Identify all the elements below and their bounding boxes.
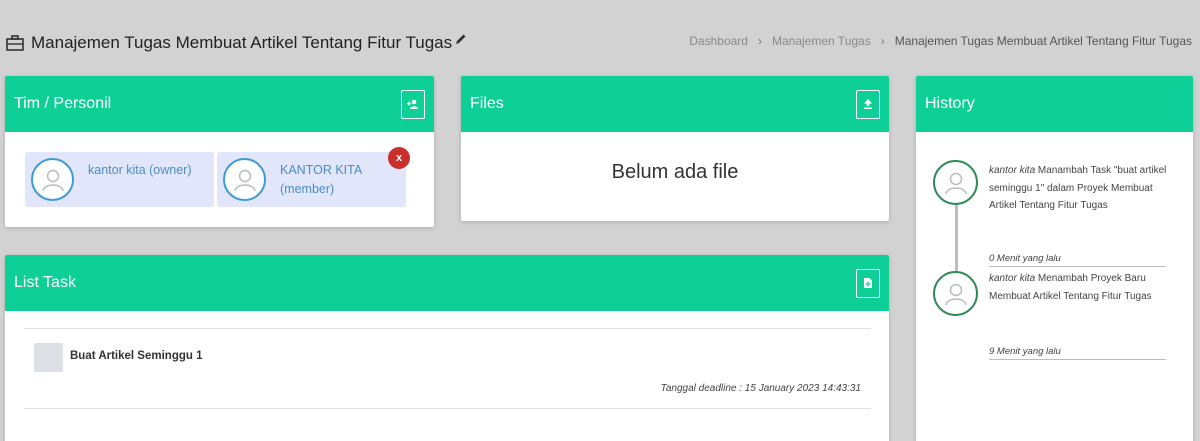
history-card-header: History	[916, 76, 1193, 132]
upload-file-button[interactable]	[856, 89, 880, 119]
page-title: Manajemen Tugas Membuat Artikel Tentang …	[31, 33, 453, 52]
task-checkbox[interactable]	[34, 343, 63, 372]
breadcrumb: Dashboard › Manajemen Tugas › Manajemen …	[689, 34, 1192, 48]
history-text: kantor kita Manambah Task "buat artikel …	[989, 162, 1167, 215]
chevron-right-icon: ›	[757, 34, 762, 48]
team-card-title: Tim / Personil	[14, 95, 112, 112]
member-card[interactable]: kantor kita (owner)	[25, 152, 214, 207]
user-icon	[944, 283, 967, 305]
empty-files-message: Belum ada file	[611, 161, 739, 183]
task-list-card-header: List Task	[5, 255, 889, 311]
files-card-header: Files	[461, 76, 889, 132]
team-card-header: Tim / Personil	[5, 76, 434, 132]
task-list: Buat Artikel Seminggu 1 Tanggal deadline…	[24, 328, 871, 409]
remove-member-button[interactable]: x	[388, 147, 410, 169]
avatar	[933, 160, 978, 205]
page-header: Manajemen Tugas Membuat Artikel Tentang …	[6, 30, 467, 56]
user-icon	[233, 169, 256, 191]
task-name[interactable]: Buat Artikel Seminggu 1	[70, 350, 203, 362]
files-card: Files Belum ada file	[461, 76, 889, 221]
chevron-right-icon: ›	[880, 34, 885, 48]
files-card-title: Files	[470, 95, 504, 112]
avatar	[31, 158, 74, 201]
pencil-icon[interactable]	[455, 33, 467, 45]
history-card: History kantor kita Manambah Task "buat …	[916, 76, 1193, 441]
member-card[interactable]: KANTOR KITA (member) x	[217, 147, 410, 207]
member-name: KANTOR KITA (member)	[280, 163, 362, 196]
history-card-title: History	[925, 95, 975, 112]
avatar	[933, 271, 978, 316]
add-file-icon	[864, 278, 872, 288]
upload-icon	[864, 99, 872, 109]
briefcase-icon	[6, 35, 24, 51]
task-list-card-title: List Task	[14, 274, 76, 291]
history-text: kantor kita Menambah Proyek Baru Membuat…	[989, 270, 1167, 305]
history-user: kantor kita	[989, 165, 1036, 176]
avatar	[223, 158, 266, 201]
history-time: 9 Menit yang lalu	[989, 346, 1166, 360]
task-deadline: Tanggal deadline : 15 January 2023 14:43…	[660, 383, 861, 394]
add-user-icon	[407, 99, 418, 109]
breadcrumb-current: Manajemen Tugas Membuat Artikel Tentang …	[894, 34, 1192, 48]
add-task-button[interactable]	[856, 268, 880, 298]
breadcrumb-manajemen-tugas[interactable]: Manajemen Tugas	[772, 34, 871, 48]
add-member-button[interactable]	[401, 89, 425, 119]
user-icon	[41, 169, 64, 191]
user-icon	[944, 172, 967, 194]
task-row[interactable]: Buat Artikel Seminggu 1 Tanggal deadline…	[24, 329, 871, 409]
task-list-card: List Task Buat Artikel Seminggu 1 Tangga…	[5, 255, 889, 441]
breadcrumb-dashboard[interactable]: Dashboard	[689, 34, 748, 48]
member-list: kantor kita (owner) KANTOR KITA (member)…	[25, 147, 410, 207]
history-time: 0 Menit yang lalu	[989, 253, 1166, 267]
member-name: kantor kita (owner)	[88, 163, 192, 177]
team-card: Tim / Personil kantor kita (owner) KANTO…	[5, 76, 434, 227]
history-user: kantor kita	[989, 273, 1036, 284]
